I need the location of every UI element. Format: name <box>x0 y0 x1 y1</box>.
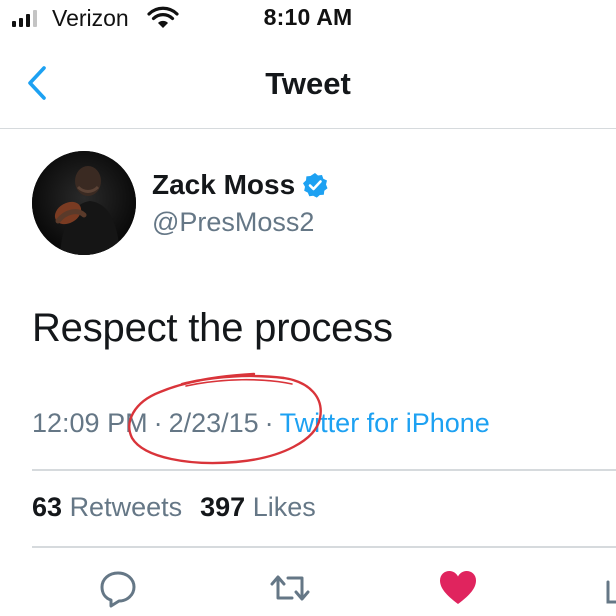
navigation-bar: Tweet <box>0 40 616 129</box>
display-name[interactable]: Zack Moss <box>152 169 295 201</box>
name-row[interactable]: Zack Moss <box>152 169 328 201</box>
avatar-photo <box>32 151 136 255</box>
verified-badge-icon <box>303 173 328 198</box>
retweets-label: Retweets <box>69 492 183 522</box>
tweet-text: Respect the process <box>32 306 393 350</box>
page-title: Tweet <box>265 66 351 101</box>
tweet-metadata: 12:09 PM · 2/23/15 · Twitter for iPhone <box>32 408 490 439</box>
tweet-detail-screen: Verizon 8:10 AM Tweet Zack Moss @PresMos… <box>0 0 616 616</box>
user-handle[interactable]: @PresMoss2 <box>152 207 314 238</box>
tweet-stats: 63 Retweets 397 Likes <box>32 492 316 523</box>
status-bar: Verizon 8:10 AM <box>0 0 616 40</box>
heart-icon[interactable] <box>438 568 478 608</box>
retweets-count: 63 <box>32 492 63 522</box>
tweet-time: 12:09 PM <box>32 408 148 438</box>
tweet-action-bar <box>0 568 616 616</box>
separator: · <box>264 408 274 438</box>
divider <box>32 469 616 471</box>
tweet-source-link[interactable]: Twitter for iPhone <box>280 408 490 438</box>
status-time: 8:10 AM <box>263 4 353 30</box>
likes-stat[interactable]: 397 Likes <box>200 492 316 522</box>
share-icon[interactable] <box>606 578 616 608</box>
avatar[interactable] <box>32 151 136 255</box>
divider <box>32 546 616 548</box>
retweet-icon[interactable] <box>268 568 312 608</box>
tweet-date: 2/23/15 <box>168 408 259 438</box>
tweet-author: Zack Moss @PresMoss2 <box>32 151 616 255</box>
likes-count: 397 <box>200 492 246 522</box>
likes-label: Likes <box>252 492 316 522</box>
reply-icon[interactable] <box>98 568 138 608</box>
separator: · <box>153 408 163 438</box>
retweets-stat[interactable]: 63 Retweets <box>32 492 182 522</box>
